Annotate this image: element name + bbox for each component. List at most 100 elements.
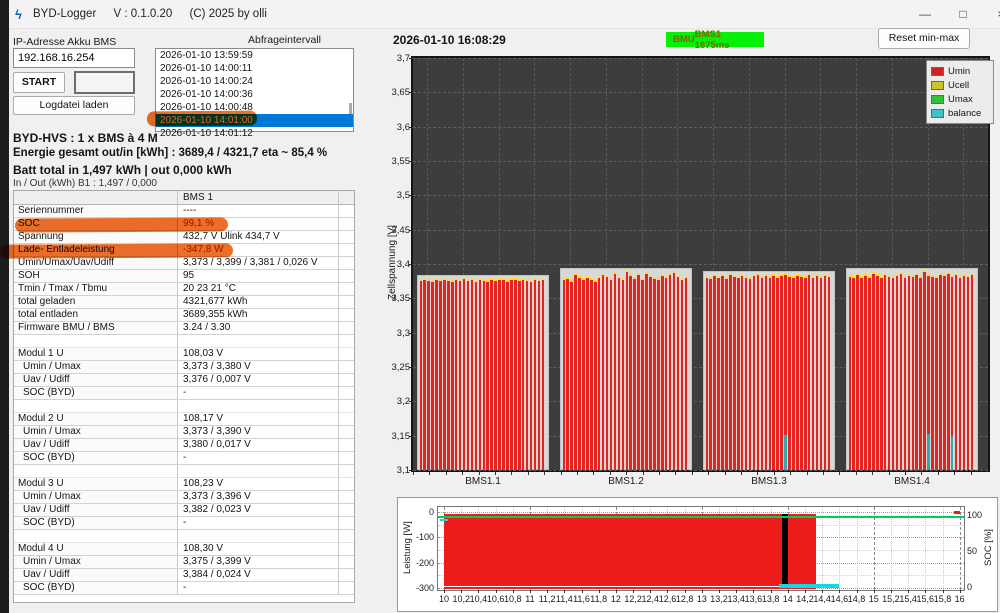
interval-item[interactable]: 2026-01-10 14:01:00 [156,114,353,127]
badge-bms-latency: BMS1 1875ms [695,29,757,51]
row-extra [339,335,354,348]
grid-line-vertical [908,507,909,590]
row-value: 3,373 / 3,390 V [178,426,339,439]
cell-bar [669,273,672,470]
cell-bar [578,276,581,470]
current-timestamp: 2026-01-10 16:08:29 [393,33,506,47]
x-axis-tick-mark [528,472,529,475]
close-icon[interactable]: × [986,4,1000,24]
x-axis-tick-mark [857,590,858,593]
row-value: 99,1 % [178,218,339,231]
row-label: total entladen [14,309,178,322]
row-label: SOC (BYD) [14,387,178,400]
power-tick-label: -100 [406,532,434,542]
row-value: 3,382 / 0,023 V [178,504,339,517]
cell-bar [908,274,911,470]
interval-list[interactable]: 2026-01-10 13:59:592026-01-10 14:00:1120… [155,48,354,132]
ip-address-input[interactable] [13,48,135,68]
row-label: Tmin / Tmax / Tbmu [14,283,178,296]
x-axis-tick-mark [444,590,445,593]
reset-minmax-button[interactable]: Reset min-max [878,28,970,49]
row-label [14,465,178,478]
row-value: 3,380 / 0,017 V [178,439,339,452]
x-axis-tick-mark [479,472,480,475]
row-extra [339,543,354,556]
row-extra [339,322,354,335]
table-row [14,530,354,543]
cell-bar [824,274,827,470]
row-label: total geladen [14,296,178,309]
cell-bar [856,273,859,470]
cell-bar [431,280,434,470]
row-value: 3,373 / 3,399 / 3,381 / 0,026 V [178,257,339,270]
interval-item[interactable]: 2026-01-10 14:01:12 [156,127,353,140]
cell-bar [852,276,855,470]
x-axis-tick-mark [921,472,922,475]
cell-voltage-chart: UminUcellUmaxbalance Zellspannung [V] 3,… [390,52,998,493]
x-axis-tick-mark [593,472,594,475]
cell-bar [955,273,958,470]
row-label: SOC [14,218,178,231]
x-axis-tick-mark [561,472,562,475]
minimize-icon[interactable]: — [910,4,940,24]
cell-bar [498,278,501,470]
cell-bar [563,278,566,470]
x-axis-tick-mark [633,590,634,593]
row-extra [339,426,354,439]
x-axis-tick-mark [925,590,926,593]
x-axis-tick-mark [577,472,578,475]
cell-bar [598,276,601,470]
cell-bar [820,276,823,470]
event-line [782,514,788,586]
interval-item[interactable]: 2026-01-10 14:00:36 [156,88,353,101]
x-axis-tick-mark [839,590,840,593]
cell-bar [427,279,430,470]
row-value: 108,23 V [178,478,339,491]
row-value: 3,384 / 0,024 V [178,569,339,582]
interval-item[interactable]: 2026-01-10 14:00:11 [156,62,353,75]
x-axis-tick-mark [905,472,906,475]
cell-bar [594,280,597,470]
cell-bar [800,275,803,470]
cell-bar [490,278,493,470]
interval-item[interactable]: 2026-01-10 14:00:48 [156,101,353,114]
table-row: SOC (BYD)- [14,452,354,465]
load-logfile-button[interactable]: Logdatei laden [13,96,135,115]
table-row [14,400,354,413]
grid-line-vertical [874,507,875,590]
table-header-empty [14,191,178,205]
row-value [178,335,339,348]
x-axis-tick-mark [908,590,909,593]
interval-item[interactable]: 2026-01-10 13:59:59 [156,49,353,62]
table-row: Uav / Udiff3,382 / 0,023 V [14,504,354,517]
cell-bar [622,278,625,470]
cell-bar [792,276,795,470]
x-axis-tick-mark [667,590,668,593]
table-row: Umin/Umax/Uav/Udiff3,373 / 3,399 / 3,381… [14,257,354,270]
cell-bar [939,273,942,470]
row-extra [339,556,354,569]
cell-bar [749,277,752,470]
cell-bar [590,278,593,470]
y-axis-tick-label: 3,5 [390,190,410,201]
chart-legend: UminUcellUmaxbalance [926,60,994,124]
interval-item[interactable]: 2026-01-10 14:00:24 [156,75,353,88]
cell-bar [451,280,454,470]
cell-bar [673,271,676,470]
ip-address-label: IP-Adresse Akku BMS [13,36,116,48]
table-row: Seriennummer---- [14,205,354,218]
cell-bar [935,276,938,470]
power-tick-label: -200 [406,558,434,568]
soc-line [438,516,964,518]
y-axis-tick-label: 3,45 [390,225,410,236]
cell-bar [459,279,462,470]
x-axis-tick-mark [839,472,840,475]
x-axis-tick-mark [822,590,823,593]
grid-line-horizontal [413,92,988,93]
x-axis-tick-mark [650,590,651,593]
x-axis-tick-mark [692,472,693,475]
start-button[interactable]: START [13,72,65,93]
table-row: SOC (BYD)- [14,387,354,400]
maximize-icon[interactable]: □ [948,4,978,24]
grid-line-horizontal [413,127,988,128]
